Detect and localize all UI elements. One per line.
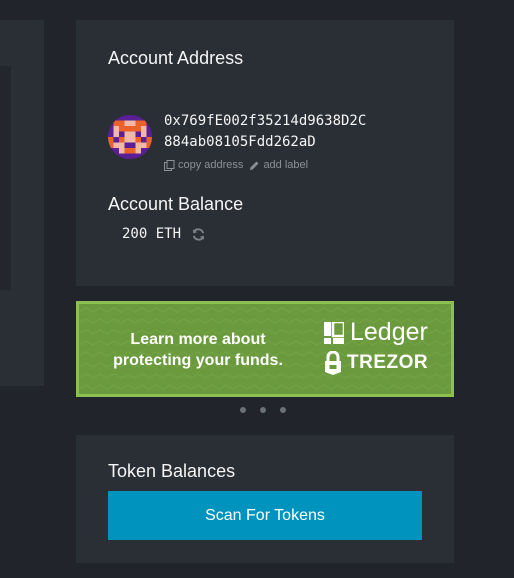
left-side-panel-inner [0, 66, 11, 290]
address-actions: copy address add label [164, 159, 314, 171]
carousel-dot-3[interactable] [280, 407, 286, 413]
hardware-wallet-banner[interactable]: Learn more about protecting your funds. … [76, 301, 454, 397]
ledger-brand: Ledger [324, 318, 428, 347]
token-balances-card: Token Balances Scan For Tokens [76, 435, 454, 563]
carousel-dots [240, 407, 300, 413]
ledger-wordmark: Ledger [350, 318, 428, 346]
trezor-brand: TREZOR [324, 351, 428, 375]
copy-address-label: copy address [178, 159, 244, 171]
carousel-dot-2[interactable] [260, 407, 266, 413]
add-label-link[interactable]: add label [249, 159, 308, 171]
trezor-wordmark: TREZOR [347, 352, 429, 373]
left-side-panel [0, 20, 44, 386]
refresh-balance-button[interactable] [191, 227, 206, 242]
account-balance-value: 200 ETH [122, 226, 182, 242]
account-address-line-1: 0x769fE002f35214d9638D2C [164, 113, 367, 129]
account-address-value: 0x769fE002f35214d9638D2C 884ab08105Fdd26… [164, 111, 434, 153]
scan-for-tokens-button[interactable]: Scan For Tokens [108, 491, 422, 540]
account-address-line-2: 884ab08105Fdd262aD [164, 134, 316, 150]
wallet-view: Account Address 0x769fE002f35214d9638D2C… [0, 0, 514, 578]
add-label-label: add label [263, 159, 309, 171]
account-address-title: Account Address [108, 48, 244, 68]
copy-address-link[interactable]: copy address [164, 159, 243, 171]
account-card: Account Address 0x769fE002f35214d9638D2C… [76, 20, 454, 286]
trezor-lock-icon [325, 351, 341, 375]
banner-message: Learn more about protecting your funds. [113, 331, 283, 369]
account-balance: 200 ETH [122, 226, 206, 242]
account-balance-title: Account Balance [108, 194, 244, 214]
refresh-icon [192, 227, 205, 241]
pencil-icon [250, 161, 259, 170]
ledger-logo-icon [324, 321, 344, 344]
carousel-dot-1[interactable] [240, 407, 246, 413]
token-balances-title: Token Balances [108, 461, 236, 481]
identicon-avatar [108, 115, 152, 159]
copy-icon [164, 159, 175, 171]
